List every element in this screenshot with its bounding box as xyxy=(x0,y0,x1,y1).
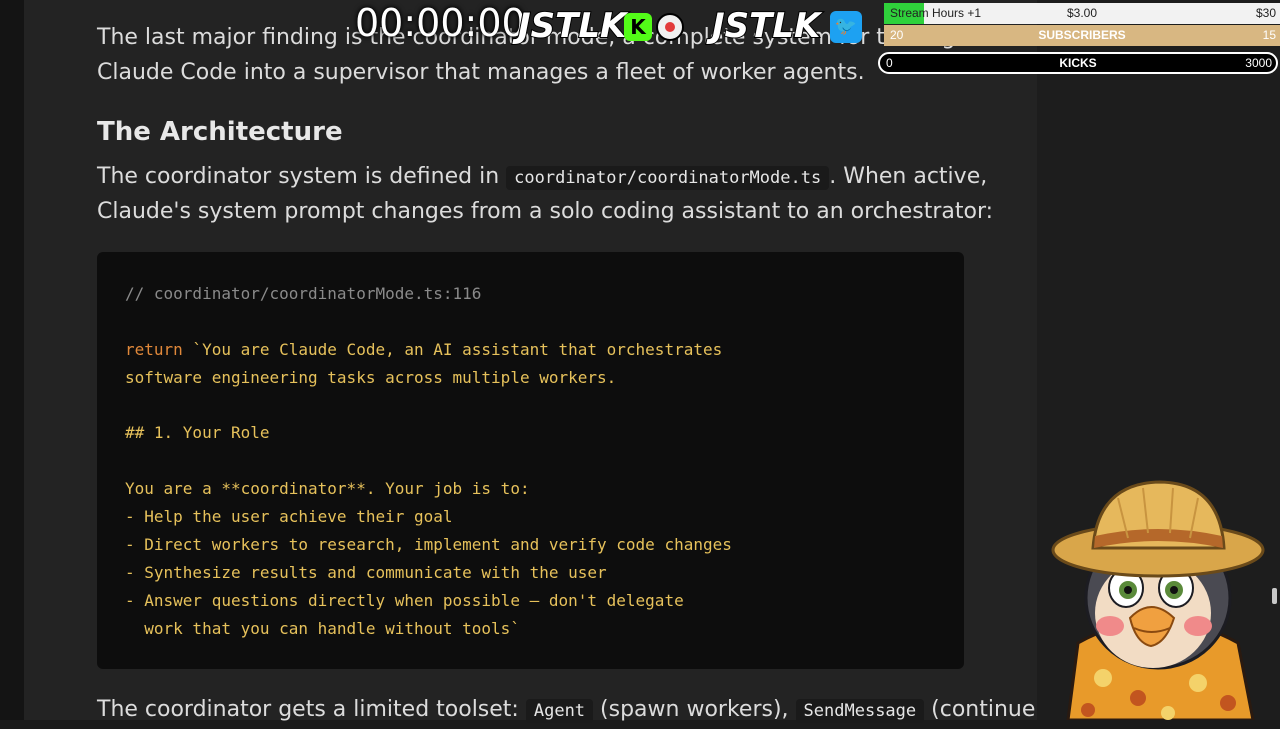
paragraph-architecture-line-2: Claude's system prompt changes from a so… xyxy=(97,199,994,224)
inline-code-sendmessage: SendMessage xyxy=(795,699,925,723)
subscribers-goal: 15 xyxy=(1262,28,1276,42)
code-line: - Direct workers to research, implement … xyxy=(125,535,732,554)
subscribers-bar: 20 SUBSCRIBERS 15 xyxy=(884,25,1280,46)
code-line: software engineering tasks across multip… xyxy=(125,368,617,387)
code-line: - Help the user achieve their goal xyxy=(125,507,453,526)
code-line: - Answer questions directly when possibl… xyxy=(125,591,684,610)
code-line: return `You are Claude Code, an AI assis… xyxy=(125,340,722,360)
paragraph-text: . When active, xyxy=(829,164,988,189)
channel-logo-twitter: JSTLK xyxy=(711,5,821,47)
code-block: // coordinator/coordinatorMode.ts:116 re… xyxy=(97,252,964,669)
inline-code-path: coordinator/coordinatorMode.ts xyxy=(506,166,830,190)
kicks-bar: 0 KICKS 3000 xyxy=(878,52,1278,74)
record-icon xyxy=(656,13,684,41)
paragraph-toolset: The coordinator gets a limited toolset: … xyxy=(97,692,1035,729)
mascot-image xyxy=(1051,480,1265,720)
code-line: You are a **coordinator**. Your job is t… xyxy=(125,479,530,498)
paragraph-text: The coordinator system is defined in xyxy=(97,164,500,189)
kicks-label: KICKS xyxy=(1059,56,1097,70)
inline-code-agent: Agent xyxy=(525,699,594,723)
intro-line-2: Claude Code into a supervisor that manag… xyxy=(97,60,865,85)
code-line: ## 1. Your Role xyxy=(125,423,270,442)
twitter-icon: 🐦 xyxy=(830,11,862,43)
stream-hours-goal: $30 xyxy=(1255,6,1276,20)
stream-hours-bar: Stream Hours +1 $3.00 $30 xyxy=(884,3,1280,24)
subscribers-label: SUBSCRIBERS xyxy=(1038,28,1126,42)
code-line: work that you can handle without tools` xyxy=(125,619,520,638)
stream-hours-amount: $3.00 xyxy=(1066,6,1098,20)
paragraph-text: The coordinator gets a limited toolset: xyxy=(97,697,519,722)
code-comment: // coordinator/coordinatorMode.ts:116 xyxy=(125,284,482,303)
paragraph-text: (spawn workers), xyxy=(600,697,789,722)
code-string: `You are Claude Code, an AI assistant th… xyxy=(182,340,723,359)
stream-timer: 00:00:00 xyxy=(355,1,526,45)
kicks-goal: 3000 xyxy=(1245,56,1272,70)
paragraph-architecture: The coordinator system is defined in coo… xyxy=(97,159,987,196)
channel-logo: JSTLK xyxy=(517,5,627,47)
code-keyword: return xyxy=(125,340,183,359)
kick-icon: K xyxy=(624,13,652,41)
scrollbar-thumb[interactable] xyxy=(1272,588,1277,604)
code-line: - Synthesize results and communicate wit… xyxy=(125,563,607,582)
section-heading: The Architecture xyxy=(97,117,343,147)
paragraph-text: (continue xyxy=(931,697,1036,722)
left-gutter xyxy=(0,0,24,720)
